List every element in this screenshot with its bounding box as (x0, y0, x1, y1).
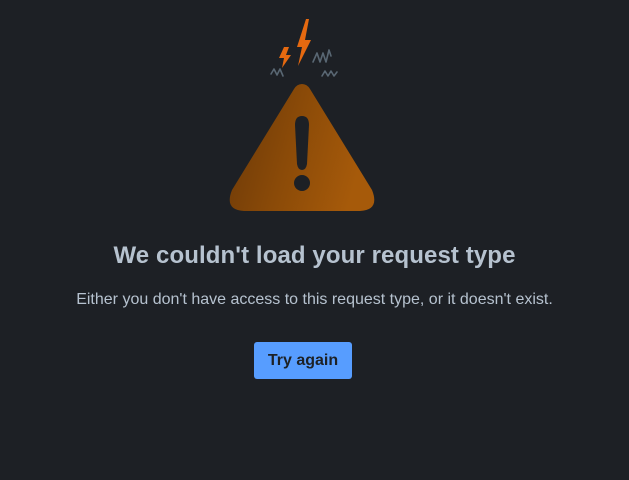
warning-triangle-icon (229, 84, 375, 211)
error-page: We couldn't load your request type Eithe… (0, 0, 629, 480)
error-title: We couldn't load your request type (113, 242, 516, 269)
warning-illustration (229, 19, 375, 211)
try-again-button[interactable]: Try again (254, 342, 352, 379)
spark-icon (279, 19, 311, 68)
error-message: Either you don't have access to this req… (76, 291, 553, 308)
